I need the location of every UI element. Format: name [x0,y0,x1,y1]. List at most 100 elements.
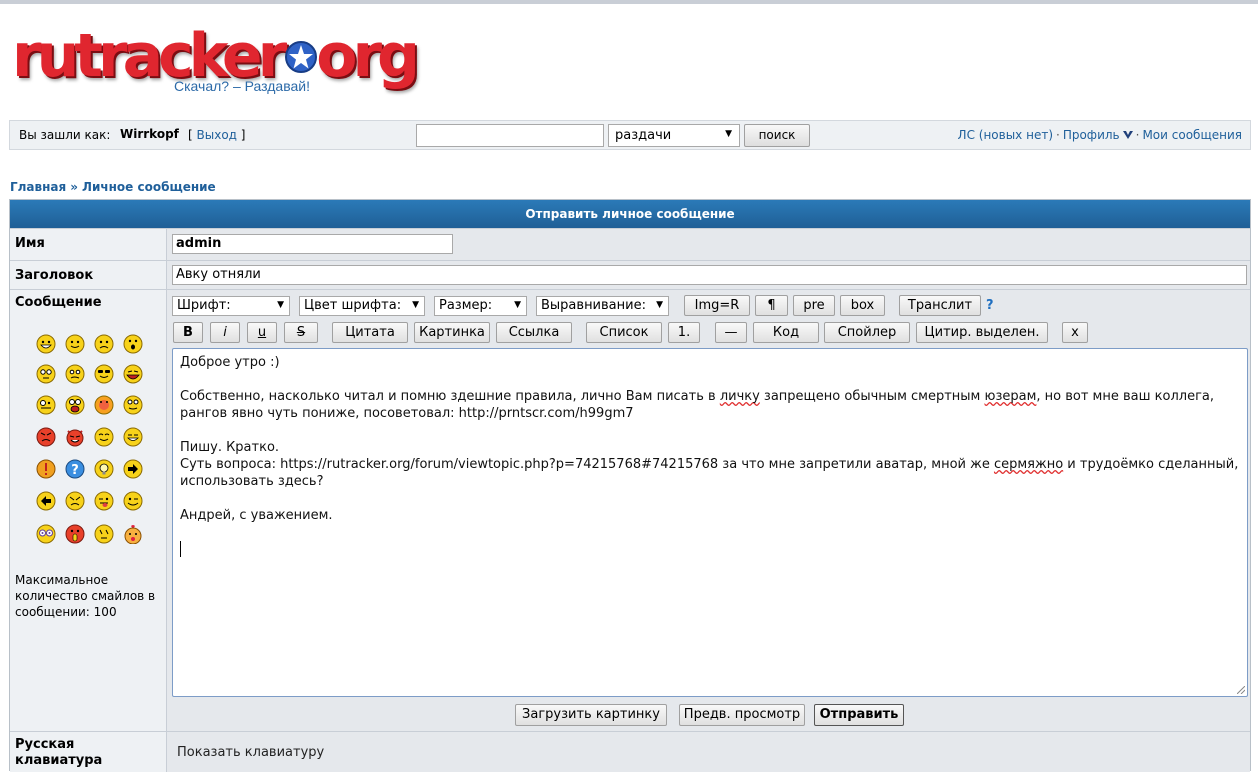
smiley-smile-icon[interactable] [65,334,85,354]
message-text: Суть вопроса: https://rutracker.org/foru… [180,457,994,472]
smiley-shock-icon[interactable] [65,395,85,415]
smiley-eek-icon[interactable] [36,364,56,384]
font-color-select-value: Цвет шрифта: [304,298,402,313]
help-link[interactable]: ? [986,298,994,313]
smiley-cool-icon[interactable] [94,364,114,384]
name-cell: admin [167,229,1250,260]
smiley-crazy-icon[interactable] [36,395,56,415]
profile-dropdown-icon[interactable] [1122,131,1133,139]
img-right-button[interactable]: Img=R [684,295,750,316]
logo-star-icon [285,41,318,73]
preview-button[interactable]: Предв. просмотр [679,704,805,726]
breadcrumb-home[interactable]: Главная [10,180,66,194]
search-scope-select[interactable]: раздачи ▼ [608,124,740,147]
quote-button[interactable]: Цитата [332,322,408,343]
strike-button[interactable]: S [284,322,318,343]
list-button[interactable]: Список [586,322,662,343]
chevron-down-icon: ▼ [725,129,732,139]
smiley-angry-icon[interactable] [36,427,56,447]
idea-icon[interactable] [94,459,114,479]
search-button[interactable]: поиск [744,124,810,147]
horizontal-rule-button[interactable]: — [715,322,747,343]
chevron-down-icon: ▼ [514,300,521,310]
smiley-laugh-icon[interactable] [123,364,143,384]
name-label: Имя [10,229,167,260]
username: Wirrkopf [120,127,179,141]
misspelled-word: личку [719,389,760,404]
smiley-hypno-icon[interactable] [36,524,56,544]
list-item-button[interactable]: 1. [668,322,700,343]
translit-button[interactable]: Транслит [899,295,981,316]
font-size-select-value: Размер: [439,298,493,313]
svg-text:?: ? [71,463,79,478]
user-bar: Вы зашли как: Wirrkopf [ Выход ] раздачи… [9,120,1251,150]
show-keyboard-link[interactable]: Показать клавиатуру [177,745,324,760]
link-separator: · [1135,128,1140,142]
smiley-evil-icon[interactable] [65,427,85,447]
arrow-right-icon[interactable] [123,459,143,479]
search-input[interactable] [416,124,604,147]
keyboard-cell: Показать клавиатуру [167,732,1250,772]
upload-image-button[interactable]: Загрузить картинку [515,704,667,726]
exclamation-icon[interactable] [36,459,56,479]
image-button[interactable]: Картинка [414,322,490,343]
smiley-grin-icon[interactable] [36,334,56,354]
name-row: Имя admin [10,228,1250,260]
breadcrumb-current[interactable]: Личное сообщение [82,180,216,194]
link-button[interactable]: Ссылка [496,322,572,343]
underline-button[interactable]: u [247,322,277,343]
logged-in-label: Вы зашли как: [19,128,111,142]
align-select-value: Выравнивание: [541,298,646,313]
smiley-mrgreen-icon[interactable] [123,427,143,447]
font-select-value: Шрифт: [177,298,231,313]
logo-part-org: org [316,21,420,91]
my-messages-link[interactable]: Мои сообщения [1142,128,1242,142]
smiley-blush-icon[interactable] [94,395,114,415]
subject-cell: Авку отняли [167,261,1250,289]
smiley-tongue-icon[interactable] [94,491,114,511]
site-logo[interactable]: rutracker org Скачал? – Раздавай! [12,22,420,102]
smiley-sad-icon[interactable] [94,334,114,354]
logout-wrapper: [ Выход ] [188,128,245,142]
quote-selected-button[interactable]: Цитир. выделен. [916,322,1048,343]
box-button[interactable]: box [840,295,885,316]
spoiler-button[interactable]: Спойлер [824,322,910,343]
smiley-tired-icon[interactable] [94,524,114,544]
resize-grip-icon[interactable] [1237,686,1245,694]
breadcrumb-separator: » [70,180,78,194]
pre-button[interactable]: pre [793,295,835,316]
bold-button[interactable]: B [173,322,203,343]
align-select[interactable]: Выравнивание: ▼ [536,296,669,316]
bracket-close: ] [240,128,246,142]
misspelled-word: сермяжно [993,457,1064,472]
smiley-mad-icon[interactable] [65,491,85,511]
smiley-surprised-icon[interactable] [123,334,143,354]
smiley-wink-icon[interactable] [123,491,143,511]
message-paragraph: Собственно, насколько читал и помню здеш… [180,388,1240,422]
italic-button[interactable]: i [210,322,240,343]
bracket-open: [ [188,128,193,142]
logout-link[interactable]: Выход [197,128,237,142]
private-messages-link[interactable]: ЛС (новых нет) [958,128,1053,142]
font-size-select[interactable]: Размер: ▼ [434,296,527,316]
paragraph-button[interactable]: ¶ [755,295,788,316]
font-select[interactable]: Шрифт: ▼ [172,296,290,316]
font-color-select[interactable]: Цвет шрифта: ▼ [299,296,425,316]
message-textarea[interactable]: Доброе утро :) Собственно, насколько чит… [172,348,1248,697]
question-icon[interactable]: ? [65,459,85,479]
smiley-confused-icon[interactable] [65,364,85,384]
subject-input[interactable]: Авку отняли [172,265,1247,285]
profile-link[interactable]: Профиль [1063,128,1120,142]
smiley-kiss-icon[interactable] [123,524,143,544]
arrow-left-icon[interactable] [36,491,56,511]
code-button[interactable]: Код [753,322,819,343]
close-tags-button[interactable]: x [1062,322,1088,343]
message-text: Пишу. Кратко. [180,440,280,455]
smiley-rolleyes-icon[interactable] [123,395,143,415]
submit-button[interactable]: Отправить [814,704,904,726]
message-line: Доброе утро :) [180,355,280,370]
smiley-scream-icon[interactable] [65,524,85,544]
smiley-twisted-icon[interactable] [94,427,114,447]
smileys-limit-note: Максимальное количество смайлов в сообще… [15,573,156,619]
name-input[interactable]: admin [172,234,453,254]
